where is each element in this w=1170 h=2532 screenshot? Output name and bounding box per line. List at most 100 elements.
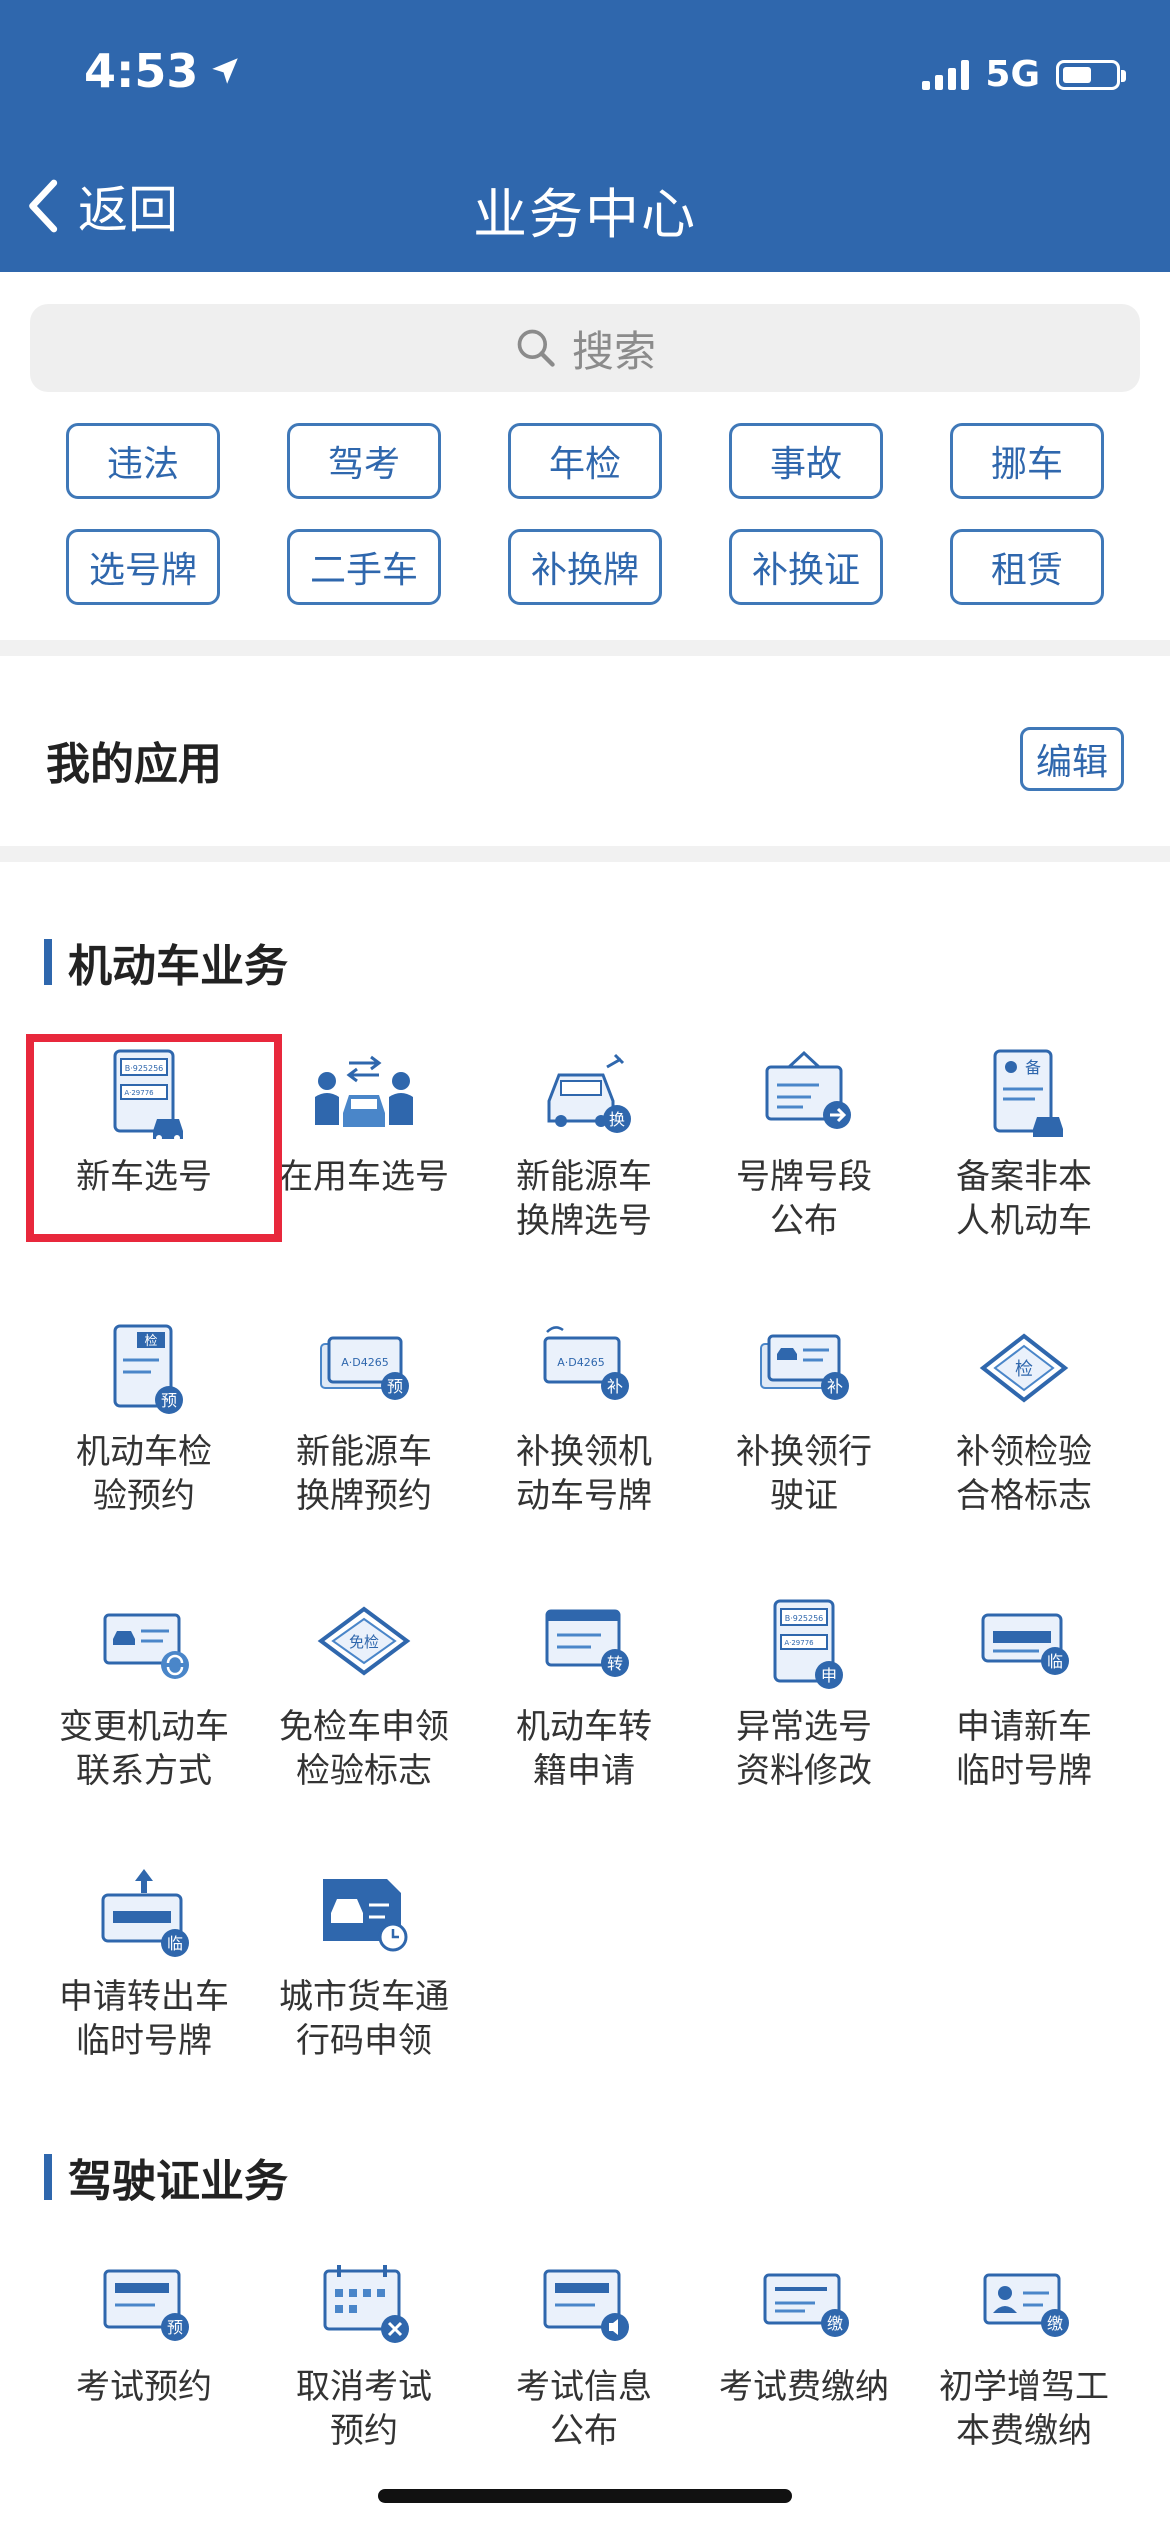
service-label: 备案非本 人机动车 xyxy=(956,1157,1092,1241)
learner-fee-icon: 缴 xyxy=(983,2273,1069,2337)
svg-text:缴: 缴 xyxy=(1047,2314,1063,2333)
service-exempt-mark[interactable]: 免检 免检车申领 检验标志 xyxy=(254,1595,474,1793)
status-indicators: 5G xyxy=(922,54,1126,95)
battery-icon xyxy=(1056,59,1126,90)
tag-rental[interactable]: 租赁 xyxy=(950,529,1104,605)
service-label: 新能源车 换牌预约 xyxy=(296,1432,432,1516)
service-label: 免检车申领 检验标志 xyxy=(279,1707,449,1791)
service-transfer-temp-plate[interactable]: 临 申请转出车 临时号牌 xyxy=(34,1865,254,2063)
contact-change-icon xyxy=(103,1613,189,1679)
selection-highlight xyxy=(26,1034,282,1242)
service-plate-replace[interactable]: A·D4265 补 补换领机 动车号牌 xyxy=(474,1320,694,1518)
tag-annual-inspection[interactable]: 年检 xyxy=(508,423,662,499)
abnormal-plate-icon: B·925256 A·29776 申 xyxy=(773,1599,843,1689)
service-label: 考试信息 公布 xyxy=(516,2367,652,2451)
search-icon xyxy=(517,329,555,367)
section-vehicle-title: 机动车业务 xyxy=(44,930,288,994)
svg-text:临: 临 xyxy=(1047,1652,1063,1671)
tag-replace-license[interactable]: 补换证 xyxy=(729,529,883,605)
service-truck-pass[interactable]: 城市货车通 行码申领 xyxy=(254,1865,474,2063)
location-arrow-icon xyxy=(212,58,239,84)
svg-text:补: 补 xyxy=(607,1377,623,1396)
service-label: 初学增驾工 本费缴纳 xyxy=(939,2367,1109,2451)
exam-info-icon xyxy=(543,2269,629,2341)
service-registered-vehicle[interactable]: 备 备案非本 人机动车 xyxy=(914,1045,1134,1243)
home-indicator xyxy=(378,2489,792,2503)
svg-text:A·D4265: A·D4265 xyxy=(557,1356,605,1369)
status-time: 4:53 xyxy=(84,44,242,98)
edit-button[interactable]: 编辑 xyxy=(1020,727,1124,791)
svg-text:A·29776: A·29776 xyxy=(784,1639,814,1647)
service-label: 考试费缴纳 xyxy=(719,2367,889,2407)
service-label: 补领检验 合格标志 xyxy=(956,1432,1092,1516)
service-label: 机动车转 籍申请 xyxy=(516,1707,652,1791)
exempt-diamond-icon: 免检 xyxy=(317,1606,411,1676)
exam-reserve-icon: 预 xyxy=(103,2269,189,2341)
svg-text:临: 临 xyxy=(167,1934,183,1953)
service-exam-info[interactable]: 考试信息 公布 xyxy=(474,2255,694,2453)
service-exam-fee[interactable]: 缴 考试费缴纳 xyxy=(694,2255,914,2409)
svg-text:预: 预 xyxy=(387,1377,403,1396)
section-license-title: 驾驶证业务 xyxy=(44,2145,288,2209)
svg-text:转: 转 xyxy=(607,1654,623,1673)
svg-text:A·D4265: A·D4265 xyxy=(341,1356,389,1369)
search-input[interactable]: 搜索 xyxy=(30,304,1140,392)
service-transfer[interactable]: 转 机动车转 籍申请 xyxy=(474,1595,694,1793)
service-label: 机动车检 验预约 xyxy=(76,1432,212,1516)
tag-accident[interactable]: 事故 xyxy=(729,423,883,499)
license-replace-icon: 补 xyxy=(760,1334,849,1400)
temp-plate-out-icon: 临 xyxy=(101,1869,189,1957)
tag-used-car[interactable]: 二手车 xyxy=(287,529,441,605)
service-label: 申请新车 临时号牌 xyxy=(956,1707,1092,1791)
service-ev-plate-reserve[interactable]: A·D4265 预 新能源车 换牌预约 xyxy=(254,1320,474,1518)
svg-text:换: 换 xyxy=(609,1110,625,1129)
divider xyxy=(0,846,1170,862)
svg-text:免检: 免检 xyxy=(349,1633,379,1651)
service-exam-reserve[interactable]: 预 考试预约 xyxy=(34,2255,254,2409)
tag-replace-plate[interactable]: 补换牌 xyxy=(508,529,662,605)
service-label: 考试预约 xyxy=(76,2367,212,2407)
inspection-reserve-icon: 检 预 xyxy=(113,1324,183,1414)
service-inspection-reserve[interactable]: 检 预 机动车检 验预约 xyxy=(34,1320,254,1518)
ev-car-swap-icon: 换 xyxy=(547,1053,631,1133)
plate-replace-icon: A·D4265 补 xyxy=(543,1326,629,1400)
service-label: 取消考试 预约 xyxy=(296,2367,432,2451)
service-used-car-plate[interactable]: 在用车选号 xyxy=(254,1045,474,1199)
service-abnormal-plate[interactable]: B·925256 A·29776 申 异常选号 资料修改 xyxy=(694,1595,914,1793)
service-label: 号牌号段 公布 xyxy=(736,1157,872,1241)
temp-plate-icon: 临 xyxy=(981,1613,1069,1675)
service-label: 城市货车通 行码申领 xyxy=(279,1977,449,2061)
network-label: 5G xyxy=(985,54,1040,95)
my-apps-title: 我的应用 xyxy=(46,739,222,790)
svg-text:B·925256: B·925256 xyxy=(785,1614,824,1623)
notice-board-icon xyxy=(765,1050,851,1129)
registration-doc-icon: 备 xyxy=(993,1049,1063,1137)
tag-select-plate[interactable]: 选号牌 xyxy=(66,529,220,605)
service-inspection-mark[interactable]: 检 补领检验 合格标志 xyxy=(914,1320,1134,1518)
page-title: 业务中心 xyxy=(473,183,697,246)
service-plate-segment[interactable]: 号牌号段 公布 xyxy=(694,1045,914,1243)
service-change-contact[interactable]: 变更机动车 联系方式 xyxy=(34,1595,254,1793)
service-exam-cancel[interactable]: 取消考试 预约 xyxy=(254,2255,474,2453)
svg-text:预: 预 xyxy=(167,2318,183,2337)
section-title-text: 机动车业务 xyxy=(68,941,288,992)
service-label: 变更机动车 联系方式 xyxy=(59,1707,229,1791)
service-learner-fee[interactable]: 缴 初学增驾工 本费缴纳 xyxy=(914,2255,1134,2453)
tag-violation[interactable]: 违法 xyxy=(66,423,220,499)
tag-driving-test[interactable]: 驾考 xyxy=(287,423,441,499)
service-label: 异常选号 资料修改 xyxy=(736,1707,872,1791)
two-people-car-icon xyxy=(315,1055,413,1127)
divider xyxy=(0,640,1170,656)
service-new-temp-plate[interactable]: 临 申请新车 临时号牌 xyxy=(914,1595,1134,1793)
service-license-replace[interactable]: 补 补换领行 驶证 xyxy=(694,1320,914,1518)
svg-text:申: 申 xyxy=(821,1666,837,1685)
exam-fee-icon: 缴 xyxy=(763,2273,849,2337)
svg-text:补: 补 xyxy=(827,1377,843,1396)
tag-move-car[interactable]: 挪车 xyxy=(950,423,1104,499)
svg-text:备: 备 xyxy=(1025,1058,1041,1077)
svg-text:预: 预 xyxy=(161,1391,177,1410)
quick-tags: 违法 驾考 年检 事故 挪车 选号牌 二手车 补换牌 补换证 租赁 xyxy=(66,423,1106,605)
svg-text:检: 检 xyxy=(144,1334,157,1349)
clock-text: 4:53 xyxy=(84,44,199,98)
service-ev-plate-select[interactable]: 换 新能源车 换牌选号 xyxy=(474,1045,694,1243)
